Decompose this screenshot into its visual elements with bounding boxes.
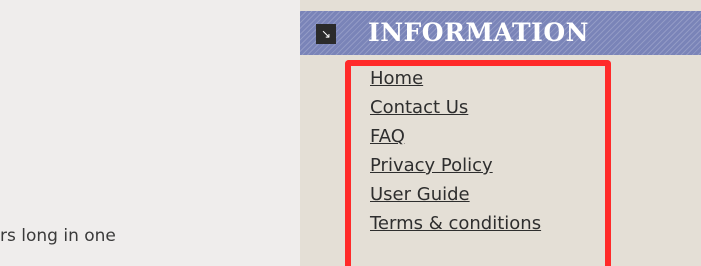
sidebar-top-spacer [300, 0, 701, 11]
faq-link[interactable]: FAQ [370, 126, 405, 147]
list-item: Terms & conditions [370, 209, 541, 238]
list-item: FAQ [370, 122, 541, 151]
list-item: Home [370, 64, 541, 93]
list-item: Contact Us [370, 93, 541, 122]
information-header: ↘ INFORMATION [300, 11, 701, 55]
user-guide-link[interactable]: User Guide [370, 184, 470, 205]
information-title: INFORMATION [368, 18, 589, 47]
list-item: Privacy Policy [370, 151, 541, 180]
information-links-list: Home Contact Us FAQ Privacy Policy User … [370, 64, 541, 238]
contact-us-link[interactable]: Contact Us [370, 97, 468, 118]
privacy-policy-link[interactable]: Privacy Policy [370, 155, 493, 176]
content-text: rs long in one [0, 226, 116, 246]
terms-conditions-link[interactable]: Terms & conditions [370, 213, 541, 234]
information-sidebar: ↘ INFORMATION Home Contact Us FAQ Privac… [300, 0, 701, 266]
home-link[interactable]: Home [370, 68, 423, 89]
page: rs long in one ↘ INFORMATION Home Contac… [0, 0, 701, 266]
main-content-area: rs long in one [0, 0, 300, 266]
list-item: User Guide [370, 180, 541, 209]
arrow-down-right-icon: ↘ [316, 24, 336, 44]
